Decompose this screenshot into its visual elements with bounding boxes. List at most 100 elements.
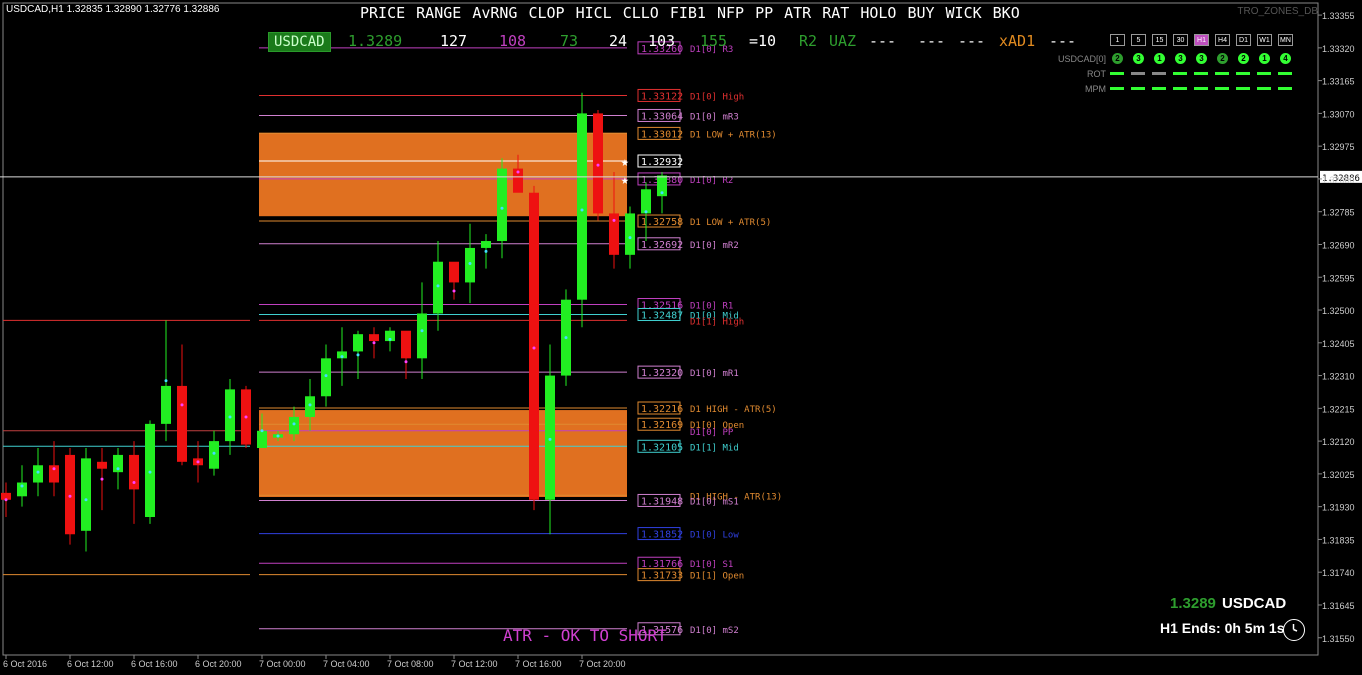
level-label: D1[0] R2 (690, 176, 733, 186)
candle-marker (116, 467, 120, 471)
price-tag-text: 1.32320 (641, 368, 683, 379)
y-tick-label: 1.33320 (1322, 44, 1355, 54)
candle-body (257, 430, 267, 449)
candle-body (401, 330, 411, 359)
price-tag-text: 1.31948 (641, 496, 683, 507)
candle-marker (100, 477, 104, 481)
candle-body (497, 168, 507, 242)
candle-marker (4, 498, 8, 502)
candle-marker (340, 355, 344, 359)
timeframe-button-15[interactable]: 15 (1152, 34, 1167, 46)
timeframe-button-5[interactable]: 5 (1131, 34, 1146, 46)
clock-icon (1283, 619, 1305, 641)
timeframe-button-d1[interactable]: D1 (1236, 34, 1251, 46)
star-icon: ★ (621, 155, 629, 170)
rot-dash (1236, 72, 1250, 75)
candle-marker (260, 429, 264, 433)
timeframe-button-h1[interactable]: H1 (1194, 34, 1209, 46)
bottom-symbol: USDCAD (1222, 595, 1287, 612)
header-value: R2 (799, 32, 818, 50)
timeframe-signal: 2 (1112, 53, 1123, 64)
level-label: D1[1] Mid (690, 443, 739, 453)
level-label: D1 LOW + ATR(5) (690, 218, 771, 228)
symbol-badge[interactable]: USDCAD (268, 32, 331, 52)
y-tick-label: 1.32310 (1322, 372, 1355, 382)
rot-dash (1131, 72, 1145, 75)
candle-marker (564, 336, 568, 340)
candle-marker (244, 415, 248, 419)
mpm-dash (1131, 87, 1145, 90)
timeframe-button-h4[interactable]: H4 (1215, 34, 1230, 46)
y-tick-label: 1.32120 (1322, 437, 1355, 447)
level-label: D1[0] High (690, 92, 744, 102)
y-tick-label: 1.31550 (1322, 634, 1355, 644)
price-chart[interactable]: 1.33260 D1[0] R31.33122 D1[0] High1.33064 D… (0, 0, 1362, 675)
candle-body (481, 241, 491, 248)
candle-marker (276, 434, 280, 438)
y-tick-label: 1.33355 (1322, 11, 1355, 21)
header-label-wick: WICK (945, 4, 982, 22)
candle-marker (356, 353, 360, 357)
chart-title: USDCAD,H1 1.32835 1.32890 1.32776 1.3288… (6, 4, 220, 15)
mpm-dash (1215, 87, 1229, 90)
level-label: D1[1] Open (690, 572, 744, 582)
timeframe-signal: 3 (1196, 53, 1207, 64)
timeframe-signal: 1 (1259, 53, 1270, 64)
timeframe-button-30[interactable]: 30 (1173, 34, 1188, 46)
price-tag-text: 1.32105 (641, 442, 683, 453)
candle-marker (308, 403, 312, 407)
atr-signal-banner: ATR - OK TO SHORT (503, 626, 667, 645)
candle-body (433, 261, 443, 314)
atr-zone (259, 410, 627, 498)
level-label: D1[1] High (690, 317, 744, 327)
mpm-dash (1278, 87, 1292, 90)
price-tag-text: 1.32487 (641, 311, 683, 322)
y-tick-label: 1.32880 (1322, 175, 1355, 185)
candle-marker (84, 498, 88, 502)
candle-body (33, 465, 43, 483)
candle-body (161, 385, 171, 424)
candle-marker (52, 467, 56, 471)
candle-body (65, 454, 75, 535)
candle-marker (500, 206, 504, 210)
header-value: 103 (648, 32, 676, 50)
y-tick-label: 1.32025 (1322, 470, 1355, 480)
header-label-pp: PP (755, 4, 774, 22)
rot-dash (1194, 72, 1208, 75)
y-tick-label: 1.33165 (1322, 77, 1355, 87)
y-tick-label: 1.32405 (1322, 339, 1355, 349)
level-label: D1[0] Low (690, 531, 739, 541)
header-label-holo: HOLO (860, 4, 897, 22)
timeframe-signal: 2 (1238, 53, 1249, 64)
timeframe-signal: 3 (1175, 53, 1186, 64)
level-label: D1 LOW + ATR(13) (690, 130, 777, 140)
candle-body (129, 454, 139, 490)
candle-marker (180, 403, 184, 407)
timeframe-button-w1[interactable]: W1 (1257, 34, 1272, 46)
y-tick-label: 1.31930 (1322, 503, 1355, 513)
candle-marker (228, 415, 232, 419)
header-value: --- (958, 32, 986, 50)
candle-marker (532, 346, 536, 350)
header-value: 73 (560, 32, 579, 50)
atr-zone (259, 132, 627, 217)
header-value: =10 (749, 32, 777, 50)
timeframe-button-mn[interactable]: MN (1278, 34, 1293, 46)
level-label: D1[0] mR3 (690, 112, 739, 122)
timeframe-row-label: ROT (1087, 69, 1106, 79)
x-tick-label: 7 Oct 00:00 (259, 659, 306, 669)
candle-body (81, 458, 91, 531)
price-tag-text: 1.32758 (641, 217, 683, 228)
header-label-avrng: AvRNG (472, 4, 518, 22)
candle-body (97, 461, 107, 469)
candle-body (145, 423, 155, 518)
level-label: D1 HIGH - ATR(5) (690, 405, 777, 415)
candle-body (417, 313, 427, 359)
level-label: D1[0] mS2 (690, 626, 739, 636)
candle-body (209, 441, 219, 469)
candle-body (369, 334, 379, 342)
price-tag-text: 1.33064 (641, 111, 683, 122)
candle-marker (420, 329, 424, 333)
candle-body (641, 189, 651, 214)
timeframe-button-1[interactable]: 1 (1110, 34, 1125, 46)
